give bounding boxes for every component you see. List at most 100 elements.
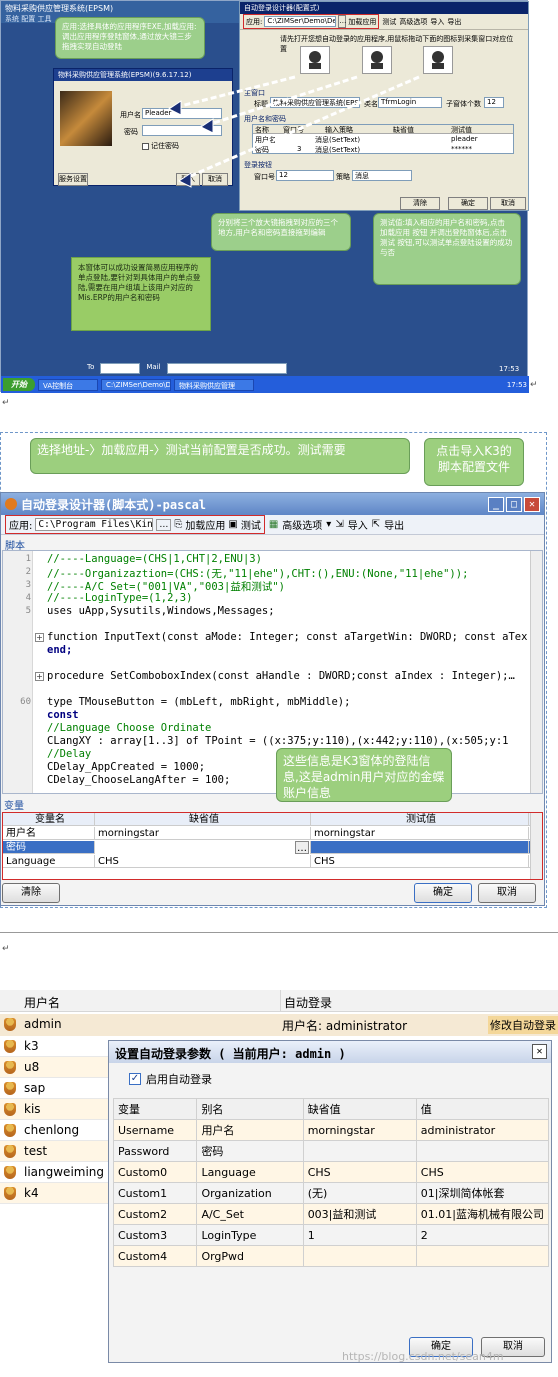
taskbar-item[interactable]: VA控制台 [38,378,98,391]
advanced-options-button[interactable]: 高级选项 [282,517,322,532]
password-edit-cell[interactable] [95,841,311,854]
cell[interactable]: CHS [311,855,529,868]
cell[interactable]: CHS [415,1161,550,1183]
user-row[interactable]: k4 [0,1183,110,1204]
user-row[interactable]: u8 [0,1057,110,1078]
taskbar-item[interactable]: C:\ZIMSer\Demo\Dev... [101,378,171,391]
table-row[interactable]: Custom3 LoginType 1 2 [112,1224,550,1246]
line-number: 1 [25,554,31,564]
enable-label: 启用自动登录 [146,1073,212,1086]
fold-toggle[interactable]: + [35,672,44,681]
table-row[interactable]: Username 用户名 morningstar administrator [112,1119,550,1141]
table-row[interactable]: Custom2 A/C_Set 003|益和测试 01.01|蓝海机械有限公司 [112,1203,550,1225]
export-button[interactable]: 导出 [384,517,404,532]
cell[interactable]: administrator [415,1119,550,1141]
cell[interactable]: CHS [95,855,311,868]
table-row[interactable]: Custom1 Organization (无) 01|深圳简体帐套 [112,1182,550,1204]
mail-label: Mail [146,363,161,371]
import-button[interactable]: 导入 [348,517,368,532]
minimize-button[interactable]: _ [488,496,504,512]
user-name: admin [24,1017,62,1031]
cell: LoginType [196,1224,304,1246]
test-button[interactable]: 测试 [241,517,261,532]
close-button[interactable]: ✕ [532,1044,547,1059]
grid-header: 变量名 缺省值 测试值 [3,813,542,826]
drag-arrows [168,75,420,188]
cell: Custom4 [112,1245,198,1267]
user-name: k3 [24,1039,39,1053]
code-line: CLangXY : array[1..3] of TPoint = ((x:37… [47,735,509,747]
code-line: procedure SetComboboxIndex(const aHandle… [47,670,515,682]
user-name: liangweiming [24,1165,105,1179]
cell: 密码 [3,841,95,854]
code-line: const [47,709,79,721]
user-row[interactable]: chenlong [0,1120,110,1141]
paragraph-mark: ↵ [2,944,10,954]
app-icon [5,498,17,510]
cell: morningstar [302,1119,417,1141]
enable-auto-login-checkbox[interactable]: ✓ 启用自动登录 [129,1071,212,1087]
user-row[interactable]: k3 [0,1036,110,1057]
cell: Custom2 [112,1203,198,1225]
export-icon: ⇱ [371,519,381,530]
cell[interactable] [415,1245,550,1267]
cell: Organization [196,1182,304,1204]
section-divider [0,932,558,933]
ok-button[interactable]: 确定 [414,883,472,903]
chevron-down-icon: ▾ [326,519,332,530]
script-editor[interactable]: 1 2 3 4 5 60 //----Language=(CHS|1,CHT|2… [2,550,543,794]
table-row[interactable]: Custom4 OrgPwd [112,1245,550,1267]
app-path-input[interactable]: C:\Program Files\Kingdee [35,518,154,531]
cell[interactable]: 2 [415,1224,550,1246]
table-row[interactable]: 密码 … [3,841,542,854]
cell: 003|益和测试 [302,1203,417,1225]
ellipsis-button[interactable]: … [295,841,309,854]
vertical-scrollbar[interactable] [530,551,542,793]
cell: OrgPwd [196,1245,304,1267]
taskbar-item[interactable]: 物料采购供应管理 [174,378,254,391]
col-test: 测试值 [311,813,529,826]
table-row[interactable]: Language CHS CHS [3,855,542,868]
start-button[interactable]: 开始 [3,378,35,391]
mail-input[interactable] [166,363,287,374]
cell [302,1140,417,1162]
table-row[interactable]: Password 密码 [112,1140,550,1162]
close-button[interactable]: ✕ [524,496,540,512]
browse-button[interactable]: … [156,518,172,531]
modify-auto-login-button[interactable]: 修改自动登录 [488,1016,558,1034]
script-designer-titlebar: 自动登录设计器(脚本式)-pascal _ □ ✕ [1,493,544,515]
load-app-button[interactable]: 加载应用 [185,517,225,532]
line-gutter: 1 2 3 4 5 60 [3,551,33,793]
line-number: 3 [25,580,31,590]
col-variable: 变量 [112,1098,198,1120]
user-icon [4,1040,16,1053]
user-row-admin[interactable]: admin 用户名: administrator 修改自动登录 [0,1014,558,1036]
cancel-button[interactable]: 取消 [478,883,536,903]
app-path-group: 应用: C:\Program Files\Kingdee … ⎘ 加载应用 ▣ … [5,515,265,534]
user-row[interactable]: sap [0,1078,110,1099]
user-row[interactable]: liangweiming [0,1162,110,1183]
cell[interactable]: 01.01|蓝海机械有限公司 [415,1203,550,1225]
cell[interactable] [311,841,529,854]
user-icon [4,1145,16,1158]
taskbar-clock: 17:53 [506,380,527,389]
clear-button[interactable]: 清除 [2,883,60,903]
grid-scrollbar[interactable] [530,813,542,879]
line-number: 2 [25,567,31,577]
table-row[interactable]: Custom0 Language CHS CHS [112,1161,550,1183]
screenshot-config-designer: 物料采购供应管理系统(EPSM) 系统 配置 工具 自动登录设计器(配置式) 应… [0,0,529,393]
cell[interactable]: morningstar [311,827,529,840]
mail-to-input[interactable] [100,363,141,374]
fold-toggle[interactable]: + [35,633,44,642]
maximize-button[interactable]: □ [506,496,522,512]
user-icon [4,1061,16,1074]
table-row[interactable]: 用户名 morningstar morningstar [3,827,542,840]
user-row[interactable]: kis [0,1099,110,1120]
cell[interactable]: 01|深圳简体帐套 [415,1182,550,1204]
user-row[interactable]: test [0,1141,110,1162]
cell[interactable] [415,1140,550,1162]
cell: Custom0 [112,1161,198,1183]
cell: Password [112,1140,198,1162]
cell[interactable]: morningstar [95,827,311,840]
user-icon [4,1018,16,1031]
